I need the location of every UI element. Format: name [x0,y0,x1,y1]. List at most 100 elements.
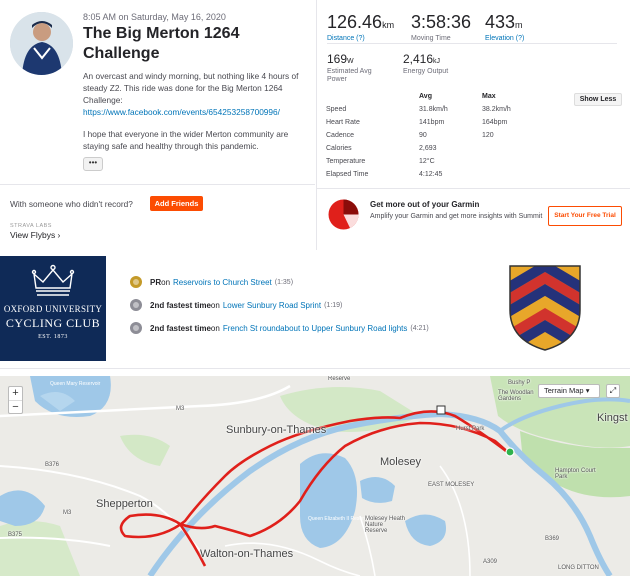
achievement-item: 2nd fastest time on Lower Sunbury Road S… [130,299,342,311]
area-label: LONG DITTON [558,565,599,571]
max-header: Max [482,93,496,100]
achievement-rank: 2nd fastest time [150,323,211,333]
garmin-summit-icon [328,199,359,230]
free-trial-button[interactable]: Start Your Free Trial [548,206,622,226]
map-layer-select[interactable]: Terrain Map ▾ [538,384,600,398]
achievement-connector: on [161,277,171,287]
distance-label[interactable]: Distance (?) [327,35,394,42]
silver-medal-icon [130,299,142,311]
park-label: Bushy P [508,380,531,386]
road-label: B376 [45,462,60,468]
activity-date: 8:05 AM on Saturday, May 16, 2020 [83,12,226,22]
moving-time-value: 3:58:36 [411,12,472,32]
segment-link[interactable]: Reservoirs to Church Street [173,278,272,287]
distance-value: 126.46 [327,12,383,32]
reservoir-label: Queen Mary Reservoir [50,381,101,387]
row-max: 164bpm [482,119,508,126]
table-row: Heart Rate 141bpm 164bpm [326,119,626,131]
achievement-connector: on [210,300,220,310]
zoom-in-button[interactable]: + [9,387,22,400]
town-label: Walton-on-Thames [200,548,294,560]
map-canvas[interactable] [0,376,630,576]
vertical-divider [316,0,317,250]
map-layer-label: Terrain Map [544,386,584,395]
road-label: B375 [8,532,23,538]
row-avg: 4:12:45 [419,171,443,178]
divider [327,43,617,44]
club-name-line2: CYCLING CLUB [5,316,101,330]
chevron-down-icon: ▾ [585,386,590,395]
row-avg: 2,693 [419,145,437,152]
add-friends-button[interactable]: Add Friends [150,196,203,211]
finish-flag-icon [436,405,446,415]
activity-title: The Big Merton 1264 Challenge [83,25,240,62]
table-row: Speed 31.8km/h 38.2km/h [326,106,626,118]
segment-time: (1:35) [274,278,294,286]
town-label: Molesey [380,456,421,468]
route-map[interactable]: + − Terrain Map ▾ ⤢ Sunbury-on-Thames Mo… [0,376,630,576]
achievement-rank: PR [150,277,162,287]
row-label: Elapsed Time [326,171,369,178]
table-row: Temperature 12°C [326,158,626,170]
segment-link[interactable]: French St roundabout to Upper Sunbury Ro… [223,324,408,333]
row-max: 120 [482,132,494,139]
park-label: The Woodlan Gardens [498,390,534,402]
garmin-text: Amplify your Garmin and get more insight… [370,213,543,220]
town-label: EAST MOLESEY [428,482,475,488]
table-row: Cadence 90 120 [326,132,626,144]
merton-college-shield-icon [509,265,581,351]
description-text: An overcast and windy morning, but nothi… [83,71,299,105]
strava-labs-label: STRAVA LABS [10,223,52,229]
row-avg: 90 [419,132,427,139]
distance-unit: km [382,20,395,30]
description-text-2: I hope that everyone in the wider Merton… [83,129,289,151]
view-flybys-link[interactable]: View Flybys › [10,230,60,240]
zoom-out-button[interactable]: − [9,400,22,413]
moving-time-stat: 3:58:36 Moving Time [411,12,471,42]
segment-time: (1:19) [324,301,343,309]
row-avg: 141bpm [419,119,445,126]
distance-stat: 126.46km Distance (?) [327,12,394,42]
avatar[interactable] [10,12,73,75]
divider [0,184,315,185]
park-label: Hampton Court Park [555,468,596,480]
area-label: Reserve [328,376,351,382]
row-label: Heart Rate [326,119,360,126]
divider [317,188,630,189]
club-established: EST. 1873 [38,334,68,340]
power-stat: 169W Estimated Avg Power [327,52,387,84]
expand-map-icon[interactable]: ⤢ [606,384,620,398]
achievement-item: 2nd fastest time on French St roundabout… [130,322,429,334]
event-link[interactable]: https://www.facebook.com/events/65425325… [83,106,308,118]
achievement-item: PR on Reservoirs to Church Street (1:35) [130,276,293,288]
elevation-label[interactable]: Elevation (?) [485,35,524,42]
achievement-connector: on [210,323,220,333]
town-label: Kingst [597,412,628,424]
town-label: Shepperton [96,498,153,510]
more-button[interactable]: ••• [83,157,103,171]
energy-stat: 2,416kJ Energy Output [403,52,448,76]
row-label: Calories [326,145,352,152]
gold-medal-icon [130,276,142,288]
area-label: Molesey Heath Nature Reserve [365,516,406,534]
with-someone-prompt: With someone who didn't record? [10,199,133,209]
row-avg: 31.8km/h [419,106,448,113]
row-label: Temperature [326,158,366,165]
achievement-rank: 2nd fastest time [150,300,211,310]
oxford-cycling-club-logo: OXFORD UNIVERSITY CYCLING CLUB EST. 1873 [0,256,106,361]
crown-icon [31,264,75,296]
avg-header: Avg [419,93,432,100]
road-label: M3 [176,406,185,412]
show-less-button[interactable]: Show Less [574,93,622,106]
road-label: B369 [545,536,560,542]
row-avg: 12°C [419,158,435,165]
elevation-value: 433 [485,12,516,32]
zoom-control: + − [8,386,23,414]
segment-link[interactable]: Lower Sunbury Road Sprint [223,301,321,310]
segment-time: (4:21) [410,324,429,332]
activity-description: An overcast and windy morning, but nothi… [83,70,308,152]
row-label: Cadence [326,132,355,139]
elevation-stat: 433m Elevation (?) [485,12,524,42]
elevation-unit: m [515,20,523,30]
energy-value: 2,416 [403,52,434,66]
